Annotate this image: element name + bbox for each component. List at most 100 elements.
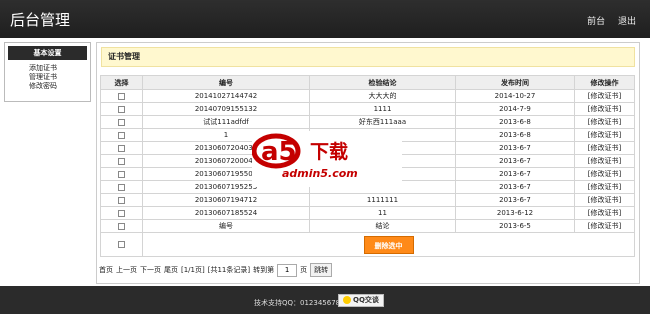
cell-date: 2013-6-8 (455, 115, 575, 129)
table-row: 20141027144742 大大大的 2014-10-27 [修改证书] (100, 89, 635, 103)
page-number-input[interactable] (277, 263, 298, 277)
a5-logo-icon: a5 (252, 133, 301, 169)
edit-certificate-link[interactable]: [修改证书] (574, 180, 635, 194)
row-select-cell[interactable] (100, 193, 143, 207)
qq-chat-button[interactable]: QQ交谈 (338, 294, 384, 307)
cell-date: 2013-6-5 (455, 219, 575, 233)
edit-certificate-link[interactable]: [修改证书] (574, 102, 635, 116)
row-select-cell[interactable] (100, 167, 143, 181)
sidebar-menu: 添加证书 管理证书 修改密码 (5, 60, 90, 91)
edit-certificate-link[interactable]: [修改证书] (574, 89, 635, 103)
nav-frontpage-link[interactable]: 前台 (587, 17, 605, 27)
cell-conclusion: 1111111 (309, 193, 456, 207)
qq-chat-label: QQ交谈 (353, 296, 379, 304)
row-checkbox[interactable] (118, 92, 125, 100)
sidebar-heading[interactable]: 基本设置 (8, 46, 87, 60)
column-header-action: 修改操作 (574, 75, 635, 90)
svg-text:a5: a5 (261, 137, 297, 167)
table-row: 编号 结论 2013-6-5 [修改证书] (100, 219, 635, 233)
pager-prev[interactable]: 上一页 (116, 265, 137, 275)
edit-certificate-link[interactable]: [修改证书] (574, 128, 635, 142)
cell-date: 2013-6-7 (455, 180, 575, 194)
sidebar-item-change-password[interactable]: 修改密码 (29, 82, 90, 91)
row-checkbox[interactable] (118, 222, 125, 230)
top-nav: 前台 退出 (577, 14, 636, 27)
row-select-cell[interactable] (100, 180, 143, 194)
cell-date: 2013-6-7 (455, 154, 575, 168)
row-checkbox[interactable] (118, 157, 125, 165)
edit-certificate-link[interactable]: [修改证书] (574, 219, 635, 233)
row-checkbox[interactable] (118, 105, 125, 113)
row-checkbox[interactable] (118, 118, 125, 126)
edit-certificate-link[interactable]: [修改证书] (574, 115, 635, 129)
pager-next[interactable]: 下一页 (140, 265, 161, 275)
column-header-select: 选择 (100, 75, 143, 90)
row-checkbox[interactable] (118, 183, 125, 191)
cell-date: 2013-6-7 (455, 167, 575, 181)
cell-number: 20141027144742 (142, 89, 310, 103)
cell-number: 20140709155132 (142, 102, 310, 116)
cell-date: 2013-6-12 (455, 206, 575, 220)
table-row: 20130607185524 11 2013-6-12 [修改证书] (100, 206, 635, 220)
table-row: 20140709155132 1111 2014-7-9 [修改证书] (100, 102, 635, 116)
pager-page-info: [1/1页] (181, 266, 205, 274)
edit-certificate-link[interactable]: [修改证书] (574, 154, 635, 168)
row-select-cell[interactable] (100, 154, 143, 168)
row-select-cell[interactable] (100, 206, 143, 220)
watermark-text: 下载 (310, 141, 349, 163)
column-header-date: 发布时间 (455, 75, 575, 90)
delete-selected-button[interactable]: 删除选中 (363, 235, 414, 254)
cell-number: 20130607194712 (142, 193, 310, 207)
edit-certificate-link[interactable]: [修改证书] (574, 206, 635, 220)
sidebar-item-add-certificate[interactable]: 添加证书 (29, 64, 90, 73)
row-checkbox[interactable] (118, 196, 125, 204)
cell-date: 2013-6-7 (455, 193, 575, 207)
table-row: 试试111adfdf 好东西111aaa 2013-6-8 [修改证书] (100, 115, 635, 129)
cell-conclusion: 1111 (309, 102, 456, 116)
row-select-cell[interactable] (100, 128, 143, 142)
table-row: 20130607194712 1111111 2013-6-7 [修改证书] (100, 193, 635, 207)
row-select-cell[interactable] (100, 89, 143, 103)
pager-total: [共11条记录] (207, 266, 251, 274)
cell-conclusion: 大大大的 (309, 89, 456, 103)
app-title: 后台管理 (10, 11, 71, 29)
cell-date: 2014-7-9 (455, 102, 575, 116)
watermark-url: admin5.com (282, 167, 358, 180)
delete-row: 删除选中 (100, 232, 635, 257)
row-select-cell[interactable] (100, 219, 143, 233)
cell-conclusion: 结论 (309, 219, 456, 233)
cell-date: 2013-6-7 (455, 141, 575, 155)
edit-certificate-link[interactable]: [修改证书] (574, 167, 635, 181)
edit-certificate-link[interactable]: [修改证书] (574, 141, 635, 155)
row-checkbox[interactable] (118, 170, 125, 178)
cell-date: 2013-6-8 (455, 128, 575, 142)
top-bar: 后台管理 前台 退出 (0, 0, 650, 38)
sidebar-item-manage-certificates[interactable]: 管理证书 (29, 73, 90, 82)
delete-cell: 删除选中 (142, 232, 635, 257)
row-checkbox[interactable] (118, 131, 125, 139)
row-checkbox[interactable] (118, 209, 125, 217)
watermark-logo: a5 下载 admin5.com (252, 131, 402, 187)
row-select-cell[interactable] (100, 141, 143, 155)
pager-goto-label: 转到第 (253, 266, 275, 274)
cell-conclusion: 好东西111aaa (309, 115, 456, 129)
footer: 技术支持QQ：0123456789 QQ交谈 (0, 286, 650, 314)
cell-date: 2014-10-27 (455, 89, 575, 103)
cell-number: 20130607185524 (142, 206, 310, 220)
select-all-cell[interactable] (100, 232, 143, 257)
table-header-row: 选择 编号 检验结论 发布时间 修改操作 (100, 75, 635, 90)
pager-first[interactable]: 首页 (99, 265, 113, 275)
pager-go-button[interactable]: 跳转 (310, 263, 333, 277)
nav-logout-link[interactable]: 退出 (618, 17, 636, 27)
edit-certificate-link[interactable]: [修改证书] (574, 193, 635, 207)
pager-last[interactable]: 尾页 (164, 265, 178, 275)
row-select-cell[interactable] (100, 115, 143, 129)
cell-number: 编号 (142, 219, 310, 233)
row-select-cell[interactable] (100, 102, 143, 116)
column-header-number: 编号 (142, 75, 310, 90)
row-checkbox[interactable] (118, 144, 125, 152)
select-all-checkbox[interactable] (118, 241, 125, 248)
footer-support-text: 技术支持QQ：0123456789 (254, 299, 345, 307)
cell-conclusion: 11 (309, 206, 456, 220)
cell-number: 试试111adfdf (142, 115, 310, 129)
